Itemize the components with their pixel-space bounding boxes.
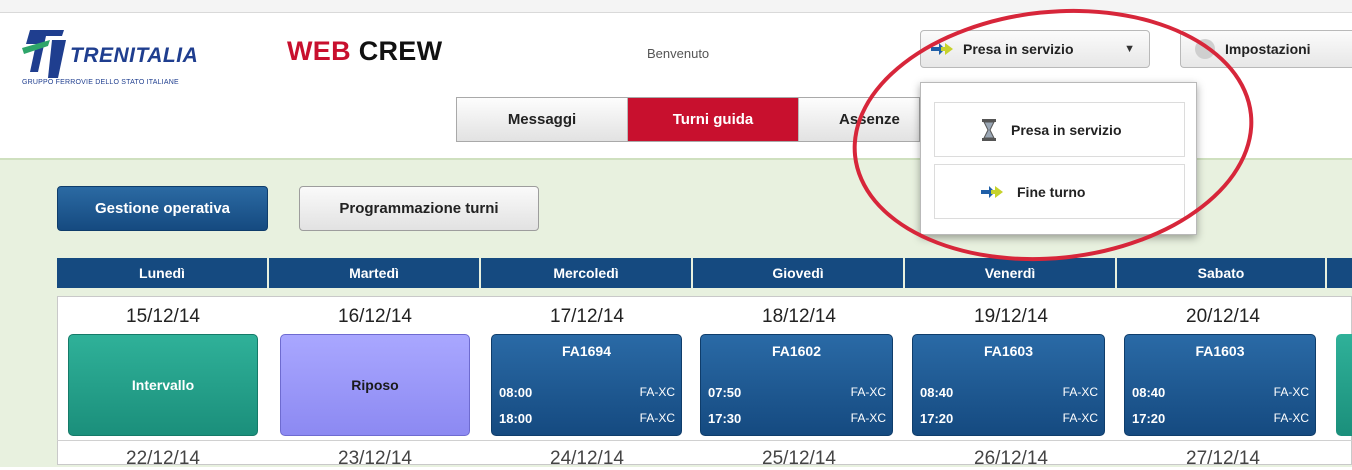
top-strip [0,0,1352,13]
shift-code: FA1603 [1195,343,1245,359]
date-label: 25/12/14 [762,448,836,469]
day-header-sabato: Sabato [1117,258,1327,288]
shift-card-label: Intervallo [131,377,195,393]
shift-start-station: FA-XC [1273,385,1309,399]
shift-end-station: FA-XC [850,411,886,425]
shift-card-partial[interactable] [1336,334,1352,436]
welcome-text: Benvenuto [647,46,710,61]
shift-end-station: FA-XC [1273,411,1309,425]
main-tabs: Messaggi Turni guida Assenze [456,97,920,142]
shift-card-label: Riposo [351,377,399,393]
date-label: 16/12/14 [338,306,412,327]
shift-code: FA1603 [983,343,1034,359]
date-label: 18/12/14 [762,306,836,327]
date-label: 27/12/14 [1186,448,1260,469]
day-header-giovedi: Giovedì [693,258,905,288]
shift-card-fa1603[interactable]: FA1603 08:40 FA-XC 17:20 FA-XC [912,334,1105,436]
shift-code: FA1694 [561,343,612,359]
tab-messaggi[interactable]: Messaggi [457,98,628,141]
date-label: 15/12/14 [126,306,200,327]
tab-turni-guida[interactable]: Turni guida [628,98,799,141]
row-divider [57,440,1352,441]
day-header-mercoledi: Mercoledì [481,258,693,288]
date-label: 19/12/14 [974,306,1048,327]
shift-start-time: 07:50 [708,385,742,400]
date-label: 20/12/14 [1186,306,1260,327]
shift-card-fa1694[interactable]: FA1694 08:00 FA-XC 18:00 FA-XC [491,334,682,436]
gestione-operativa-button[interactable]: Gestione operativa [57,186,268,231]
app-title: WEB CREW [287,36,442,67]
logo-wordmark: TRENITALIA [70,44,199,67]
day-header-venerdi: Venerdì [905,258,1117,288]
shift-end-time: 18:00 [499,411,533,426]
shift-card-riposo[interactable]: Riposo [280,334,470,436]
shift-end-station: FA-XC [639,411,675,425]
date-label: 17/12/14 [550,306,624,327]
shift-code: FA1602 [771,343,822,359]
shift-end-station: FA-XC [1062,411,1098,425]
day-header-domenica-partial [1327,258,1352,288]
date-label: 24/12/14 [550,448,624,469]
date-label: 22/12/14 [126,448,200,469]
app-title-web: WEB [287,36,351,66]
shift-end-time: 17:20 [1132,411,1166,426]
shift-card-fa1603-sabato[interactable]: FA1603 08:40 FA-XC 17:20 FA-XC [1124,334,1316,436]
shift-start-time: 08:00 [499,385,533,400]
settings-button-label: Impostazioni [1225,41,1311,57]
shift-start-station: FA-XC [639,385,675,399]
shift-start-time: 08:40 [920,385,954,400]
programmazione-turni-button[interactable]: Programmazione turni [299,186,539,231]
shift-start-station: FA-XC [1062,385,1098,399]
logo-subtitle: GRUPPO FERROVIE DELLO STATO ITALIANE [22,79,179,86]
date-label: 23/12/14 [338,448,412,469]
shift-end-time: 17:20 [920,411,954,426]
shift-start-station: FA-XC [850,385,886,399]
shift-start-time: 08:40 [1132,385,1166,400]
shift-card-intervallo[interactable]: Intervallo [68,334,258,436]
day-header-lunedi: Lunedì [57,258,269,288]
app-title-crew: CREW [350,36,443,66]
shift-end-time: 17:30 [708,411,742,426]
shift-card-fa1602[interactable]: FA1602 07:50 FA-XC 17:30 FA-XC [700,334,893,436]
date-label: 26/12/14 [974,448,1048,469]
day-header-martedi: Martedì [269,258,481,288]
